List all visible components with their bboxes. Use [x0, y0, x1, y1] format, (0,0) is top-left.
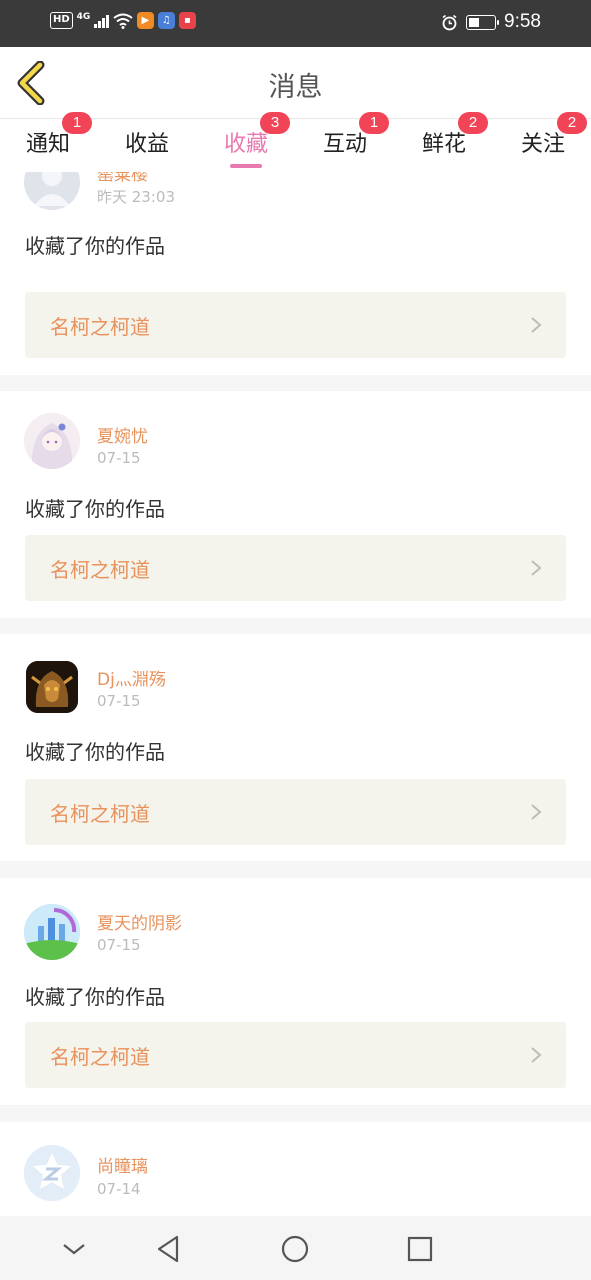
alarm-icon	[442, 14, 457, 30]
signal-icon	[94, 13, 109, 28]
tab-interaction[interactable]: 互动 1	[305, 112, 389, 172]
username[interactable]: 罂粟樱	[97, 172, 148, 185]
username[interactable]: Dj灬淵殇	[97, 665, 166, 690]
page-title: 消息	[268, 72, 323, 103]
status-bar: HD 4G ▶ ♫ ▪ 9:58	[0, 0, 591, 47]
tab-label: 鲜花	[421, 132, 466, 157]
message-card: 夏婉忧 07-15 收藏了你的作品 名柯之柯道	[0, 391, 591, 618]
back-triangle-icon[interactable]	[152, 1232, 186, 1266]
username[interactable]: 夏婉忧	[97, 422, 148, 447]
tab-favorites[interactable]: 收藏 3	[206, 112, 290, 172]
battery-icon	[466, 14, 500, 30]
work-title: 名柯之柯道	[50, 558, 150, 582]
recent-square-icon[interactable]	[403, 1232, 437, 1266]
work-link[interactable]: 名柯之柯道	[25, 779, 566, 845]
collapse-chevron-icon[interactable]	[57, 1232, 91, 1266]
network-type: 4G	[76, 11, 91, 22]
tab-bar: 通知 1 收益 收藏 3 互动 1 鲜花 2 关注 2	[0, 112, 591, 172]
tab-follow[interactable]: 关注 2	[503, 112, 587, 172]
chevron-right-icon	[531, 317, 542, 333]
tab-label: 关注	[520, 132, 565, 157]
message-feed[interactable]: 罂粟樱 昨天 23:03 收藏了你的作品 名柯之柯道 夏婉忧 07-15 收藏了…	[0, 172, 591, 1216]
work-title: 名柯之柯道	[50, 315, 150, 339]
tab-label: 收藏	[223, 132, 268, 157]
chevron-right-icon	[531, 1047, 542, 1063]
work-title: 名柯之柯道	[50, 802, 150, 826]
work-title: 名柯之柯道	[50, 1045, 150, 1069]
badge: 2	[458, 112, 488, 134]
app-header: 消息	[0, 47, 591, 119]
message-card: 尚瞳璃 07-14	[0, 1122, 591, 1216]
work-link[interactable]: 名柯之柯道	[25, 1022, 566, 1088]
music-app-icon: ♫	[157, 12, 175, 29]
tab-label: 互动	[322, 132, 367, 157]
video-app-icon: ▶	[136, 12, 154, 29]
home-circle-icon[interactable]	[278, 1232, 312, 1266]
battery-level	[469, 17, 479, 27]
default-avatar-icon[interactable]	[24, 172, 80, 210]
chevron-right-icon	[531, 804, 542, 820]
shop-app-icon: ▪	[178, 12, 196, 29]
tab-label: 通知	[25, 132, 70, 157]
tab-label: 收益	[124, 132, 169, 157]
warrior-avatar[interactable]	[26, 661, 78, 713]
system-nav-bar	[0, 1216, 591, 1280]
status-right: 9:58	[441, 11, 541, 33]
work-link[interactable]: 名柯之柯道	[25, 535, 566, 601]
wifi-icon	[113, 13, 133, 29]
timestamp: 07-15	[97, 936, 141, 954]
tab-flowers[interactable]: 鲜花 2	[404, 112, 488, 172]
chevron-right-icon	[531, 560, 542, 576]
message-card: 夏天的阴影 07-15 收藏了你的作品 名柯之柯道	[0, 878, 591, 1105]
badge: 1	[359, 112, 389, 134]
badge: 1	[62, 112, 92, 134]
badge: 3	[260, 112, 290, 134]
message-card: 罂粟樱 昨天 23:03 收藏了你的作品 名柯之柯道	[0, 172, 591, 375]
username[interactable]: 尚瞳璃	[97, 1152, 148, 1177]
timestamp: 昨天 23:03	[97, 188, 175, 206]
anime-girl-avatar[interactable]	[24, 413, 80, 469]
tab-notify[interactable]: 通知 1	[8, 112, 92, 172]
timestamp: 07-15	[97, 692, 141, 710]
action-text: 收藏了你的作品	[25, 234, 165, 258]
action-text: 收藏了你的作品	[25, 740, 165, 764]
work-link[interactable]: 名柯之柯道	[25, 292, 566, 358]
tab-earnings[interactable]: 收益	[107, 120, 187, 172]
username[interactable]: 夏天的阴影	[97, 909, 182, 934]
clock: 9:58	[504, 11, 541, 32]
message-card: Dj灬淵殇 07-15 收藏了你的作品 名柯之柯道	[0, 634, 591, 861]
hd-indicator: HD	[50, 12, 73, 29]
timestamp: 07-14	[97, 1180, 141, 1198]
action-text: 收藏了你的作品	[25, 497, 165, 521]
badge: 2	[557, 112, 587, 134]
status-left: HD 4G ▶ ♫ ▪	[50, 12, 196, 29]
active-tab-indicator	[230, 164, 262, 168]
action-text: 收藏了你的作品	[25, 985, 165, 1009]
castle-avatar[interactable]	[24, 904, 80, 960]
timestamp: 07-15	[97, 449, 141, 467]
qq-default-avatar[interactable]	[24, 1145, 80, 1201]
